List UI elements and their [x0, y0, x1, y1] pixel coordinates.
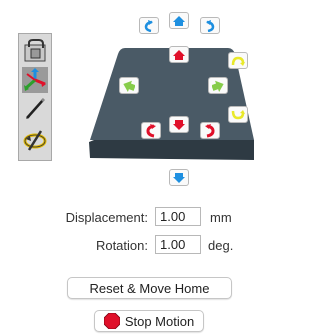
rotate-cw-top-button[interactable] — [200, 17, 220, 34]
rotate-ccw-icon — [144, 19, 153, 32]
move-y-forward-button[interactable] — [169, 116, 189, 133]
rotate-cw-plate-button[interactable] — [200, 122, 220, 139]
displacement-field[interactable]: 1.00 — [155, 207, 201, 226]
stop-motion-button[interactable]: Stop Motion — [94, 310, 204, 332]
stop-icon — [103, 313, 120, 329]
rotation-label: Rotation: — [95, 238, 148, 253]
reset-move-home-button[interactable]: Reset & Move Home — [67, 277, 232, 299]
arrow-up-icon — [173, 15, 185, 26]
rotate-cw-icon — [205, 123, 215, 137]
arrow-down-icon — [173, 172, 185, 183]
rotate-ccw-top-button[interactable] — [139, 17, 159, 34]
rotate-cw-small-icon — [231, 56, 245, 66]
stop-motion-label: Stop Motion — [124, 313, 195, 329]
arrow-left-icon — [123, 80, 135, 92]
move-x-right-button[interactable] — [208, 77, 228, 94]
arrow-up-icon — [173, 49, 185, 60]
rotate-ccw-icon — [146, 123, 156, 137]
arrow-right-icon — [212, 80, 224, 92]
move-z-up-button[interactable] — [169, 12, 189, 29]
move-x-left-button[interactable] — [119, 77, 139, 94]
rotation-field[interactable]: 1.00 — [155, 235, 201, 254]
rotate-cw-icon — [206, 19, 215, 32]
displacement-unit: mm — [210, 210, 232, 225]
displacement-label: Displacement: — [65, 210, 148, 225]
move-y-back-button[interactable] — [169, 46, 189, 63]
plate-side — [89, 140, 254, 160]
rotate-cw-small-button[interactable] — [228, 52, 248, 69]
move-z-down-button[interactable] — [169, 169, 189, 186]
rotate-ccw-small-icon — [231, 109, 245, 119]
arrow-down-icon — [173, 119, 185, 130]
jog-control-panel — [89, 48, 254, 160]
rotate-ccw-plate-button[interactable] — [141, 122, 161, 139]
rotation-unit: deg. — [208, 238, 234, 253]
rotate-ccw-small-button[interactable] — [228, 106, 248, 123]
